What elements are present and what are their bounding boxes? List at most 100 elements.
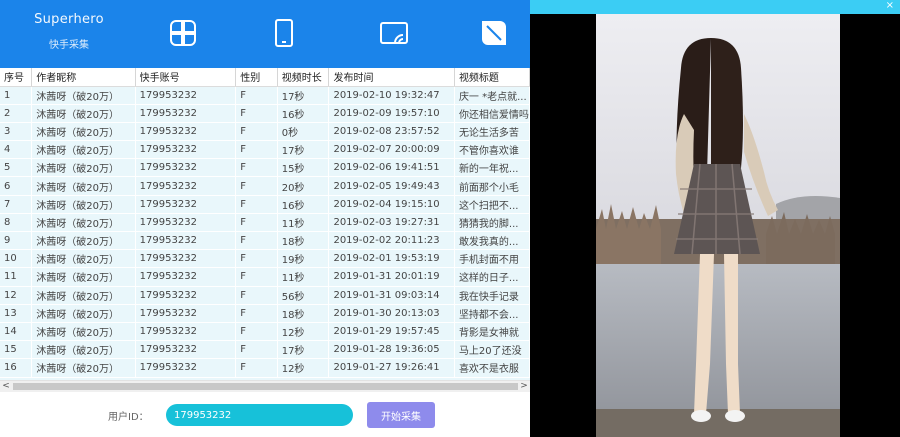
table-cell: 马上20了还没: [454, 340, 530, 360]
table-cell: 猜猜我的脚...: [454, 213, 530, 233]
column-header[interactable]: 视频标题: [454, 68, 530, 87]
table-cell: F: [235, 322, 278, 342]
table-row[interactable]: 11 沐茜呀（破20万） 179953232 F 11秒 2019-01-31 20:01…: [0, 267, 530, 287]
table-cell: F: [235, 304, 278, 323]
close-icon[interactable]: ×: [886, 0, 894, 12]
table-row[interactable]: 10 沐茜呀（破20万） 179953232 F 19秒 2019-02-01 19:53…: [0, 249, 530, 269]
table-row[interactable]: 5 沐茜呀（破20万） 179953232 F 15秒 2019-02-06 19:41:…: [0, 158, 530, 178]
table-cell: F: [235, 231, 278, 251]
table-cell: 179953232: [135, 86, 237, 105]
table-cell: F: [235, 249, 278, 269]
table-cell: 无论生活多苦: [454, 122, 530, 142]
table-cell: F: [235, 158, 278, 178]
table-cell: 6: [0, 176, 33, 196]
column-header[interactable]: 性别: [235, 68, 278, 87]
scroll-left-arrow[interactable]: <: [0, 381, 12, 393]
data-table: 序号 作者昵称 快手账号 性别 视频时长 发布时间 视频标题 1 沐茜呀（破20万） 17995…: [0, 68, 530, 378]
video-still: [596, 14, 840, 437]
table-cell: 坚持都不会...: [454, 304, 530, 323]
table-cell: 179953232: [135, 158, 237, 178]
table-cell: 17秒: [277, 340, 330, 360]
table-cell: 你还相信爱情吗: [454, 104, 530, 123]
table-row[interactable]: 9 沐茜呀（破20万） 179953232 F 18秒 2019-02-02 20:11:…: [0, 231, 530, 251]
table-cell: 179953232: [135, 213, 237, 233]
horizontal-scrollbar[interactable]: < >: [0, 380, 530, 392]
table-cell: 沐茜呀（破20万）: [31, 158, 136, 178]
table-cell: 179953232: [135, 267, 237, 287]
table-cell: 179953232: [135, 195, 237, 214]
table-cell: 2019-02-04 19:15:10: [328, 195, 455, 214]
collector-app: Superhero 快手采集 序号 作者昵称 快手账号 性别 视频时长 发布时间…: [0, 0, 530, 437]
table-cell: 16秒: [277, 104, 330, 123]
uid-input[interactable]: [166, 404, 353, 426]
scroll-thumb[interactable]: [13, 383, 518, 390]
table-cell: 2019-02-08 23:57:52: [328, 122, 455, 142]
column-header[interactable]: 快手账号: [135, 68, 237, 87]
table-cell: F: [235, 176, 278, 196]
table-cell: 沐茜呀（破20万）: [31, 140, 136, 160]
table-cell: 庆一 *老点就...: [454, 86, 530, 105]
table-cell: 沐茜呀（破20万）: [31, 358, 136, 378]
video-frame[interactable]: [596, 14, 840, 437]
start-collect-button[interactable]: 开始采集: [367, 402, 435, 428]
table-cell: 12秒: [277, 358, 330, 378]
table-cell: 这个扫把不...: [454, 195, 530, 214]
table-cell: 2019-02-07 20:00:09: [328, 140, 455, 160]
app-header: Superhero 快手采集: [0, 0, 530, 68]
table-cell: 沐茜呀（破20万）: [31, 104, 136, 123]
table-row[interactable]: 16 沐茜呀（破20万） 179953232 F 12秒 2019-01-27 19:26…: [0, 358, 530, 378]
table-cell: 2019-01-30 20:13:03: [328, 304, 455, 323]
table-cell: 16: [0, 358, 33, 378]
table-cell: 179953232: [135, 140, 237, 160]
table-row[interactable]: 6 沐茜呀（破20万） 179953232 F 20秒 2019-02-05 19:49:…: [0, 176, 530, 196]
column-header[interactable]: 序号: [0, 68, 33, 87]
table-cell: 179953232: [135, 176, 237, 196]
brand: Superhero 快手采集: [28, 12, 110, 51]
table-cell: 2019-02-03 19:27:31: [328, 213, 455, 233]
table-cell: 11: [0, 267, 33, 287]
table-cell: 2019-01-29 19:57:45: [328, 322, 455, 342]
table-cell: 5: [0, 158, 33, 178]
table-cell: 3: [0, 122, 33, 142]
table-cell: 179953232: [135, 231, 237, 251]
table-row[interactable]: 14 沐茜呀（破20万） 179953232 F 12秒 2019-01-29 19:57…: [0, 322, 530, 342]
table-row[interactable]: 12 沐茜呀（破20万） 179953232 F 56秒 2019-01-31 09:03…: [0, 286, 530, 305]
table-cell: 4: [0, 140, 33, 160]
table-cell: 12秒: [277, 322, 330, 342]
table-row[interactable]: 2 沐茜呀（破20万） 179953232 F 16秒 2019-02-09 19:57:…: [0, 104, 530, 123]
scroll-right-arrow[interactable]: >: [518, 381, 530, 393]
phone-icon[interactable]: [268, 17, 300, 49]
table-cell: 2019-02-06 19:41:51: [328, 158, 455, 178]
table-cell: 2019-02-02 20:11:23: [328, 231, 455, 251]
table-header-row: 序号 作者昵称 快手账号 性别 视频时长 发布时间 视频标题: [0, 68, 530, 87]
clover-icon[interactable]: [167, 17, 199, 49]
table-cell: 19秒: [277, 249, 330, 269]
table-cell: 179953232: [135, 304, 237, 323]
table-row[interactable]: 3 沐茜呀（破20万） 179953232 F 0秒 2019-02-08 23:57:5…: [0, 122, 530, 142]
screen-icon[interactable]: [378, 17, 410, 49]
table-cell: 沐茜呀（破20万）: [31, 122, 136, 142]
table-cell: 2019-01-31 09:03:14: [328, 286, 455, 305]
app-title: Superhero: [34, 12, 104, 27]
table-cell: 不管你喜欢谁: [454, 140, 530, 160]
table-cell: 喜欢不是衣服: [454, 358, 530, 378]
table-cell: 前面那个小毛: [454, 176, 530, 196]
column-header[interactable]: 发布时间: [328, 68, 455, 87]
table-cell: 我在快手记录: [454, 286, 530, 305]
table-row[interactable]: 8 沐茜呀（破20万） 179953232 F 11秒 2019-02-03 19:27:…: [0, 213, 530, 233]
table-row[interactable]: 1 沐茜呀（破20万） 179953232 F 17秒 2019-02-10 19:32:…: [0, 86, 530, 105]
table-cell: 0秒: [277, 122, 330, 142]
leaf-icon[interactable]: [478, 17, 510, 49]
table-cell: 14: [0, 322, 33, 342]
uid-label: 用户ID：: [108, 412, 149, 423]
table-row[interactable]: 4 沐茜呀（破20万） 179953232 F 17秒 2019-02-07 20:00:…: [0, 140, 530, 160]
column-header[interactable]: 作者昵称: [31, 68, 136, 87]
column-header[interactable]: 视频时长: [277, 68, 330, 87]
table-row[interactable]: 13 沐茜呀（破20万） 179953232 F 18秒 2019-01-30 20:13…: [0, 304, 530, 323]
table-cell: 179953232: [135, 340, 237, 360]
table-row[interactable]: 7 沐茜呀（破20万） 179953232 F 16秒 2019-02-04 19:15:…: [0, 195, 530, 214]
table-row[interactable]: 15 沐茜呀（破20万） 179953232 F 17秒 2019-01-28 19:36…: [0, 340, 530, 360]
table-cell: 沐茜呀（破20万）: [31, 176, 136, 196]
table-cell: 12: [0, 286, 33, 305]
table-cell: F: [235, 86, 278, 105]
